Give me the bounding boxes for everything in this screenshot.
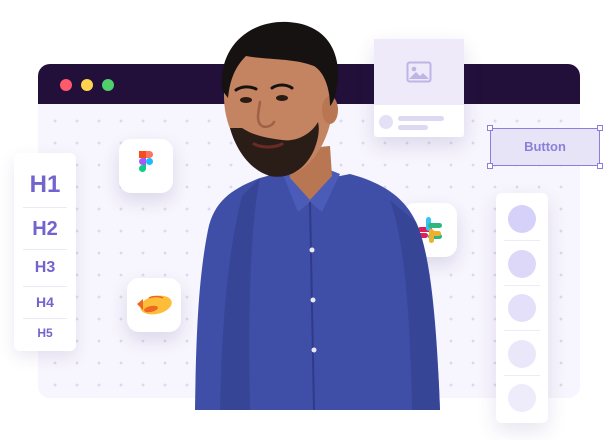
zeplin-tile [127, 278, 181, 332]
circle-placeholder [508, 340, 536, 368]
circle-placeholder [508, 205, 536, 233]
divider [23, 207, 67, 208]
maximize-dot-icon [102, 79, 114, 91]
resize-handle [487, 125, 493, 131]
figma-tile [119, 139, 173, 193]
divider [504, 285, 540, 286]
person-photo [195, 21, 440, 411]
heading-scale-card: H1 H2 H3 H4 H5 [14, 153, 76, 351]
circle-placeholder [508, 294, 536, 322]
resize-handle [597, 125, 603, 131]
circle-placeholder [508, 384, 536, 412]
divider [504, 375, 540, 376]
sample-button-label: Button [524, 139, 566, 154]
divider [23, 249, 67, 250]
figma-icon [139, 151, 153, 172]
heading-h5: H5 [37, 326, 53, 340]
resize-handle [487, 163, 493, 169]
zeplin-icon [137, 295, 172, 315]
heading-h2: H2 [32, 218, 58, 240]
divider [504, 330, 540, 331]
divider [504, 240, 540, 241]
sample-button[interactable]: Button [487, 125, 603, 169]
circle-placeholder [508, 250, 536, 278]
heading-h4: H4 [36, 294, 54, 310]
resize-handle [597, 163, 603, 169]
circle-list-card [496, 193, 548, 423]
heading-h1: H1 [29, 171, 61, 198]
minimize-dot-icon [81, 79, 93, 91]
divider [23, 318, 67, 319]
heading-h3: H3 [34, 259, 56, 276]
close-dot-icon [60, 79, 72, 91]
divider [23, 286, 67, 287]
